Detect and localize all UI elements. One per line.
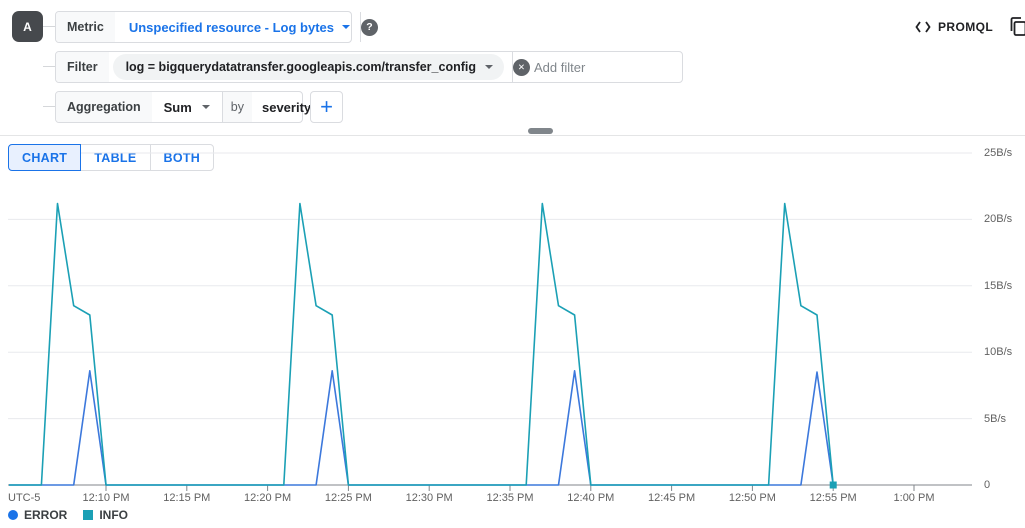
add-query-element-button[interactable]: + — [310, 91, 343, 123]
aggregation-row: Aggregation Sum by severity — [55, 91, 303, 123]
legend-item-info[interactable]: INFO — [83, 508, 128, 522]
connector-line — [43, 66, 55, 67]
legend-label: ERROR — [24, 508, 67, 522]
filter-chip-text: log = bigquerydatatransfer.googleapis.co… — [126, 60, 476, 74]
add-filter-input[interactable] — [530, 60, 714, 75]
connector-line — [43, 106, 55, 107]
timezone-label: UTC-5 — [8, 492, 40, 504]
connector-line — [43, 26, 55, 27]
view-tabs: CHART TABLE BOTH — [8, 144, 214, 171]
promql-label: PROMQL — [938, 20, 993, 34]
legend-item-error[interactable]: ERROR — [8, 508, 67, 522]
filter-chip[interactable]: log = bigquerydatatransfer.googleapis.co… — [113, 54, 504, 80]
tab-both[interactable]: BOTH — [150, 144, 215, 171]
remove-filter-icon[interactable]: ✕ — [513, 59, 530, 76]
x-axis-tick-label: 12:10 PM — [82, 492, 129, 504]
help-icon[interactable]: ? — [361, 19, 378, 36]
x-axis-tick-label: 12:30 PM — [406, 492, 453, 504]
error-series-marker-icon — [8, 510, 18, 520]
metric-row: Metric Unspecified resource - Log bytes … — [55, 11, 352, 43]
chevron-down-icon — [485, 65, 493, 69]
metric-dropdown[interactable]: Unspecified resource - Log bytes — [115, 20, 360, 35]
filter-label: Filter — [56, 52, 109, 82]
copy-icon[interactable] — [1008, 17, 1025, 37]
y-axis-tick-label: 15B/s — [984, 280, 1012, 292]
x-axis-tick-label: 12:20 PM — [244, 492, 291, 504]
info-series-marker-icon — [83, 510, 93, 520]
tab-table[interactable]: TABLE — [80, 144, 150, 171]
chevron-down-icon — [202, 105, 210, 109]
code-icon — [915, 21, 931, 33]
x-axis-tick-label: 12:45 PM — [648, 492, 695, 504]
resize-drag-handle[interactable] — [528, 128, 553, 134]
y-axis-tick-label: 5B/s — [984, 413, 1006, 425]
y-axis-tick-label: 0 — [984, 479, 990, 491]
legend-label: INFO — [99, 508, 128, 522]
x-axis-tick-label: 12:40 PM — [567, 492, 614, 504]
y-axis-tick-label: 20B/s — [984, 213, 1012, 225]
aggregation-function-dropdown[interactable]: Sum — [152, 92, 222, 122]
chevron-down-icon — [342, 25, 350, 29]
query-series-badge[interactable]: A — [12, 11, 43, 42]
y-axis-tick-label: 25B/s — [984, 147, 1012, 159]
y-axis-tick-label: 10B/s — [984, 346, 1012, 358]
chart-legend: ERROR INFO — [8, 508, 128, 522]
x-axis-tick-label: 12:15 PM — [163, 492, 210, 504]
metric-dropdown-value: Unspecified resource - Log bytes — [129, 20, 334, 35]
promql-toggle[interactable]: PROMQL — [915, 16, 993, 38]
group-by-value: severity — [262, 100, 311, 115]
x-axis-tick-label: 1:00 PM — [894, 492, 935, 504]
filter-row: Filter log = bigquerydatatransfer.google… — [55, 51, 683, 83]
aggregation-function-value: Sum — [164, 100, 192, 115]
metric-label: Metric — [56, 12, 115, 42]
x-axis-tick-label: 12:50 PM — [729, 492, 776, 504]
aggregation-label: Aggregation — [56, 92, 152, 122]
x-axis-tick-label: 12:25 PM — [325, 492, 372, 504]
by-label: by — [223, 92, 252, 122]
x-axis-tick-label: 12:35 PM — [486, 492, 533, 504]
x-axis-tick-label: 12:55 PM — [810, 492, 857, 504]
tab-chart[interactable]: CHART — [8, 144, 81, 171]
section-divider — [0, 135, 1025, 136]
